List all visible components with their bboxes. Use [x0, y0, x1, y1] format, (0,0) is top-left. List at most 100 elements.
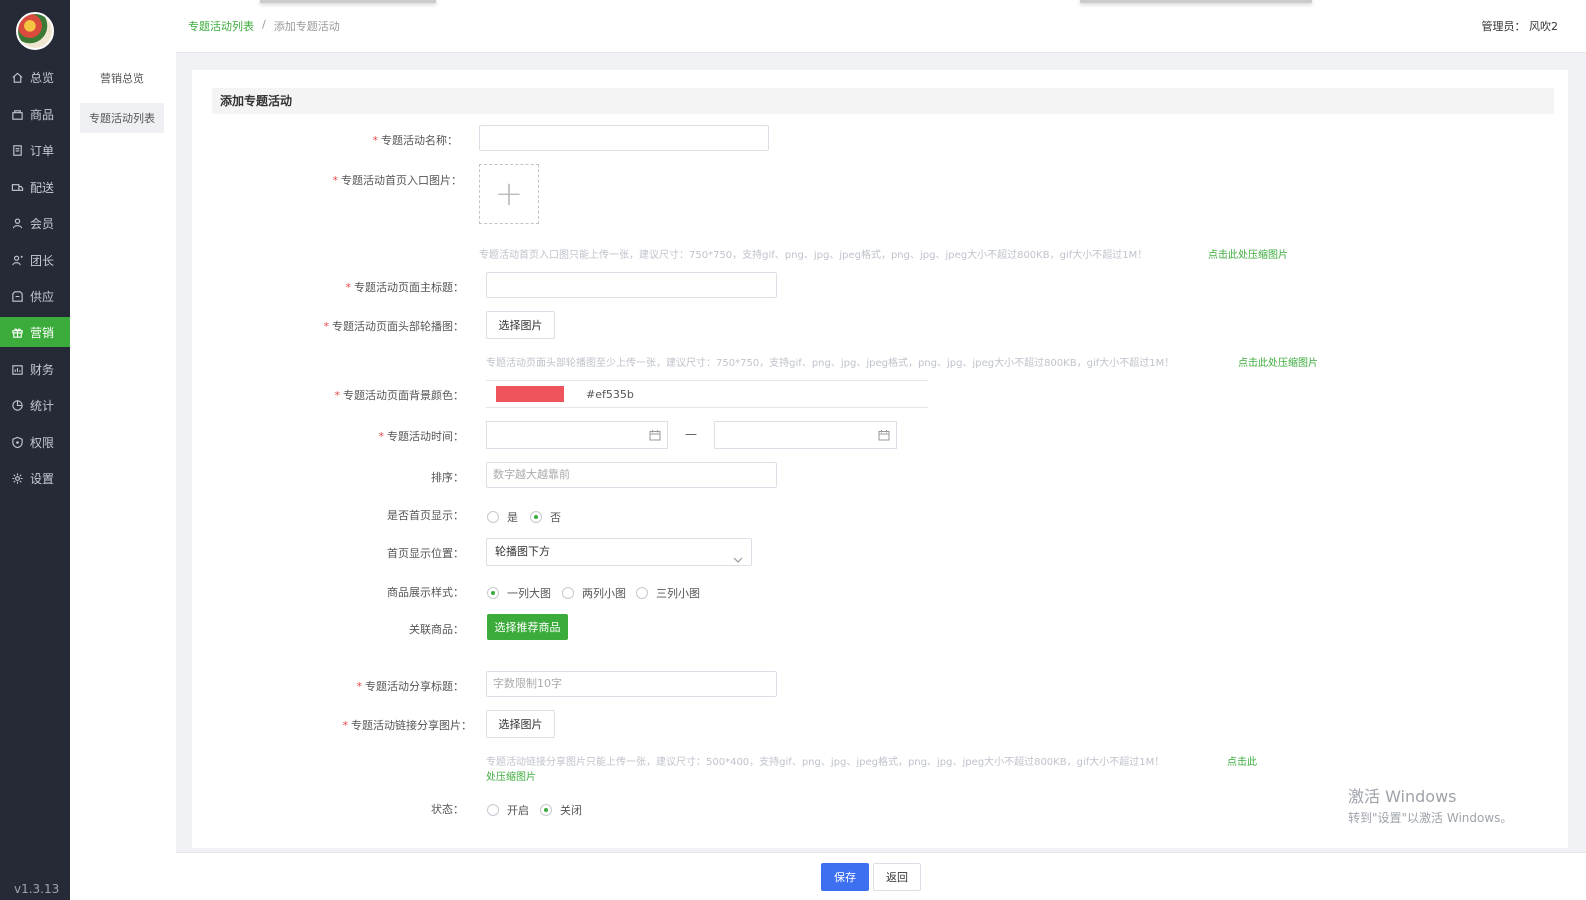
watermark-line-2: 转到"设置"以激活 Windows。: [1348, 811, 1513, 825]
share-title-input[interactable]: 字数限制10字: [486, 671, 777, 697]
sidebar-item-label: 配送: [30, 180, 55, 195]
sidebar-item-stats[interactable]: 统计: [0, 390, 70, 420]
style-one-column-radio[interactable]: 一列大图: [487, 585, 551, 601]
sidebar-item-label: 供应: [30, 289, 55, 304]
sidebar-item-settings[interactable]: 设置: [0, 463, 70, 493]
supply-icon: [10, 289, 24, 303]
sidebar-item-supply[interactable]: 供应: [0, 281, 70, 311]
finance-icon: [10, 362, 24, 376]
sidebar-item-label: 统计: [30, 398, 55, 413]
banner-compress-link[interactable]: 点击此处压缩图片: [1238, 354, 1318, 369]
form-footer: 保存 返回: [176, 852, 1586, 900]
manager-name[interactable]: 管理员： 风吹2: [1482, 18, 1559, 34]
name-label: * 专题活动名称：: [372, 134, 459, 147]
home-show-label: 是否首页显示：: [387, 509, 464, 522]
subnav-item-marketing-overview[interactable]: 营销总览: [80, 63, 164, 93]
sidebar-item-permissions[interactable]: 权限: [0, 427, 70, 457]
back-button[interactable]: 返回: [873, 863, 921, 891]
color-value: #ef535b: [586, 388, 634, 401]
calendar-icon: [649, 429, 661, 441]
compress-image-link[interactable]: 点击此处压缩图片: [1208, 246, 1288, 261]
section-title: 添加专题活动: [212, 88, 1554, 114]
goods-style-label: 商品展示样式：: [387, 586, 464, 599]
shield-icon: [10, 435, 24, 449]
windows-activation-watermark: 激活 Windows 转到"设置"以激活 Windows。: [1348, 783, 1512, 826]
breadcrumb: 专题活动列表 / 添加专题活动: [188, 18, 340, 34]
radio-dot: [636, 587, 648, 599]
main-title-label: * 专题活动页面主标题：: [345, 281, 465, 294]
choose-share-image-button[interactable]: 选择图片: [486, 710, 555, 738]
sidebar-item-label: 商品: [30, 107, 55, 122]
home-position-select[interactable]: 轮播图下方: [486, 538, 752, 566]
sidebar-item-label: 权限: [30, 435, 55, 450]
sidebar-item-members[interactable]: 会员: [0, 208, 70, 238]
sidebar-item-leaders[interactable]: 团长: [0, 245, 70, 275]
sidebar-item-marketing[interactable]: 营销: [0, 317, 70, 347]
sort-label: 排序：: [431, 471, 464, 484]
main-sidebar: 总览 商品 订单 配送 会员 团长 供应 营销 财务 统计 权限 设置 v1.3…: [0, 0, 70, 900]
entry-image-label: * 专题活动首页入口图片：: [332, 174, 463, 187]
color-swatch[interactable]: [496, 386, 564, 402]
select-goods-button[interactable]: 选择推荐商品: [487, 614, 568, 640]
sidebar-item-delivery[interactable]: 配送: [0, 172, 70, 202]
related-goods-label: 关联商品：: [409, 623, 464, 636]
radio-dot: [540, 804, 552, 816]
home-position-label: 首页显示位置：: [387, 547, 464, 560]
sidebar-item-overview[interactable]: 总览: [0, 62, 70, 92]
version-label: v1.3.13: [14, 882, 60, 896]
top-header: 专题活动列表 / 添加专题活动 管理员： 风吹2: [176, 0, 1586, 53]
home-show-no-radio[interactable]: 否: [530, 509, 561, 525]
main-title-input[interactable]: [486, 272, 777, 298]
bg-color-picker[interactable]: #ef535b: [486, 380, 928, 408]
sidebar-item-goods[interactable]: 商品: [0, 99, 70, 129]
sidebar-item-orders[interactable]: 订单: [0, 135, 70, 165]
share-compress-link-2[interactable]: 处压缩图片: [486, 768, 536, 783]
radio-dot: [487, 804, 499, 816]
bg-color-label: * 专题活动页面背景颜色：: [334, 389, 465, 402]
sidebar-item-label: 订单: [30, 143, 55, 158]
delivery-icon: [10, 180, 24, 194]
sidebar-item-finance[interactable]: 财务: [0, 354, 70, 384]
share-image-hint: 专题活动链接分享图片只能上传一张，建议尺寸：500*400，支持gif、png、…: [486, 757, 1165, 768]
home-show-yes-radio[interactable]: 是: [487, 509, 518, 525]
style-two-column-radio[interactable]: 两列小图: [562, 585, 626, 601]
choose-banner-image-button[interactable]: 选择图片: [486, 311, 555, 339]
shop-icon: [10, 107, 24, 121]
breadcrumb-link[interactable]: 专题活动列表: [188, 18, 254, 34]
share-compress-link-1[interactable]: 点击此: [1227, 753, 1257, 768]
scrollbar[interactable]: [1568, 56, 1586, 850]
calendar-icon: [878, 429, 890, 441]
status-label: 状态：: [431, 803, 464, 816]
share-title-label: * 专题活动分享标题：: [356, 680, 465, 693]
home-icon: [10, 70, 24, 84]
order-icon: [10, 143, 24, 157]
radio-dot: [487, 587, 499, 599]
status-on-radio[interactable]: 开启: [487, 802, 529, 818]
header-shadow-right: [1080, 0, 1312, 3]
form-card: 添加专题活动 * 专题活动名称： * 专题活动首页入口图片： + 专题活动首页入口图…: [192, 70, 1568, 848]
sidebar-item-label: 设置: [30, 471, 55, 486]
breadcrumb-current: 添加专题活动: [273, 20, 340, 33]
time-label: * 专题活动时间：: [378, 430, 465, 443]
share-image-label: * 专题活动链接分享图片：: [342, 719, 473, 732]
watermark-line-1: 激活 Windows: [1348, 787, 1457, 806]
gear-icon: [10, 471, 24, 485]
sidebar-item-label: 团长: [30, 253, 55, 268]
status-off-radio[interactable]: 关闭: [540, 802, 582, 818]
sidebar-item-label: 财务: [30, 362, 55, 377]
start-date-input[interactable]: [486, 421, 668, 449]
entry-image-hint: 专题活动首页入口图只能上传一张，建议尺寸：750*750，支持gif、png、j…: [479, 250, 1148, 261]
sidebar-item-label: 总览: [30, 70, 55, 85]
leader-icon: [10, 253, 24, 267]
end-date-input[interactable]: [714, 421, 897, 449]
breadcrumb-separator: /: [262, 18, 266, 31]
app-logo[interactable]: [16, 12, 54, 50]
name-input[interactable]: [479, 125, 769, 151]
style-three-column-radio[interactable]: 三列小图: [636, 585, 700, 601]
entry-image-upload[interactable]: +: [479, 164, 539, 224]
sort-input[interactable]: 数字越大越靠前: [486, 462, 777, 488]
save-button[interactable]: 保存: [821, 863, 869, 891]
chart-pie-icon: [10, 398, 24, 412]
sidebar-item-label: 营销: [30, 325, 55, 340]
subnav-item-topic-list[interactable]: 专题活动列表: [80, 103, 164, 133]
